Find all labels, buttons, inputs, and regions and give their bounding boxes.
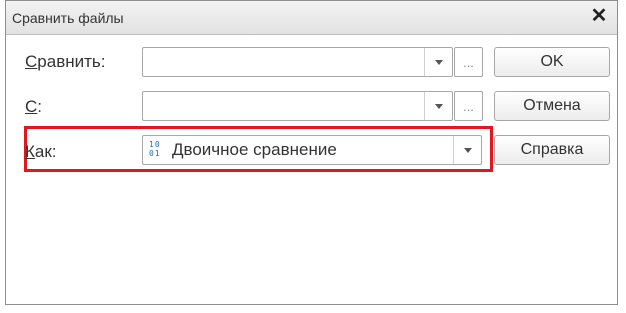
- ok-button[interactable]: OK: [494, 47, 610, 77]
- comparison-mode-dropdown-button[interactable]: [453, 136, 481, 164]
- comparison-mode-value: Двоичное сравнение: [172, 140, 337, 159]
- chevron-down-icon: [434, 59, 443, 65]
- compare-field[interactable]: [142, 47, 453, 77]
- binary-icon: 10 01: [149, 140, 161, 158]
- compare-label-rest: равнить:: [37, 52, 106, 71]
- how-label-rest: ак:: [34, 142, 57, 161]
- compare-label-accel: С: [25, 52, 38, 71]
- how-label: Как:: [25, 142, 57, 162]
- chevron-down-icon: [463, 147, 472, 153]
- with-dropdown-button[interactable]: [424, 92, 452, 120]
- with-field[interactable]: [142, 91, 453, 121]
- compare-files-dialog: Сравнить файлы ✕ Сравнить: ... OK С: ...…: [5, 0, 618, 305]
- dialog-title: Сравнить файлы: [12, 10, 124, 26]
- compare-dropdown-button[interactable]: [424, 48, 452, 76]
- with-label: С:: [25, 97, 42, 117]
- with-browse-button[interactable]: ...: [454, 91, 483, 121]
- title-bar: Сравнить файлы ✕: [6, 1, 617, 35]
- how-label-accel: К: [25, 142, 35, 161]
- compare-label: Сравнить:: [25, 52, 105, 72]
- chevron-down-icon: [434, 103, 443, 109]
- close-icon[interactable]: ✕: [588, 5, 610, 27]
- cancel-button[interactable]: Отмена: [494, 91, 610, 121]
- help-button[interactable]: Справка: [494, 135, 610, 165]
- with-label-rest: :: [37, 97, 43, 116]
- comparison-mode-select[interactable]: 10 01 Двоичное сравнение: [142, 135, 482, 165]
- with-label-accel: С: [25, 97, 38, 116]
- compare-browse-button[interactable]: ...: [454, 47, 483, 77]
